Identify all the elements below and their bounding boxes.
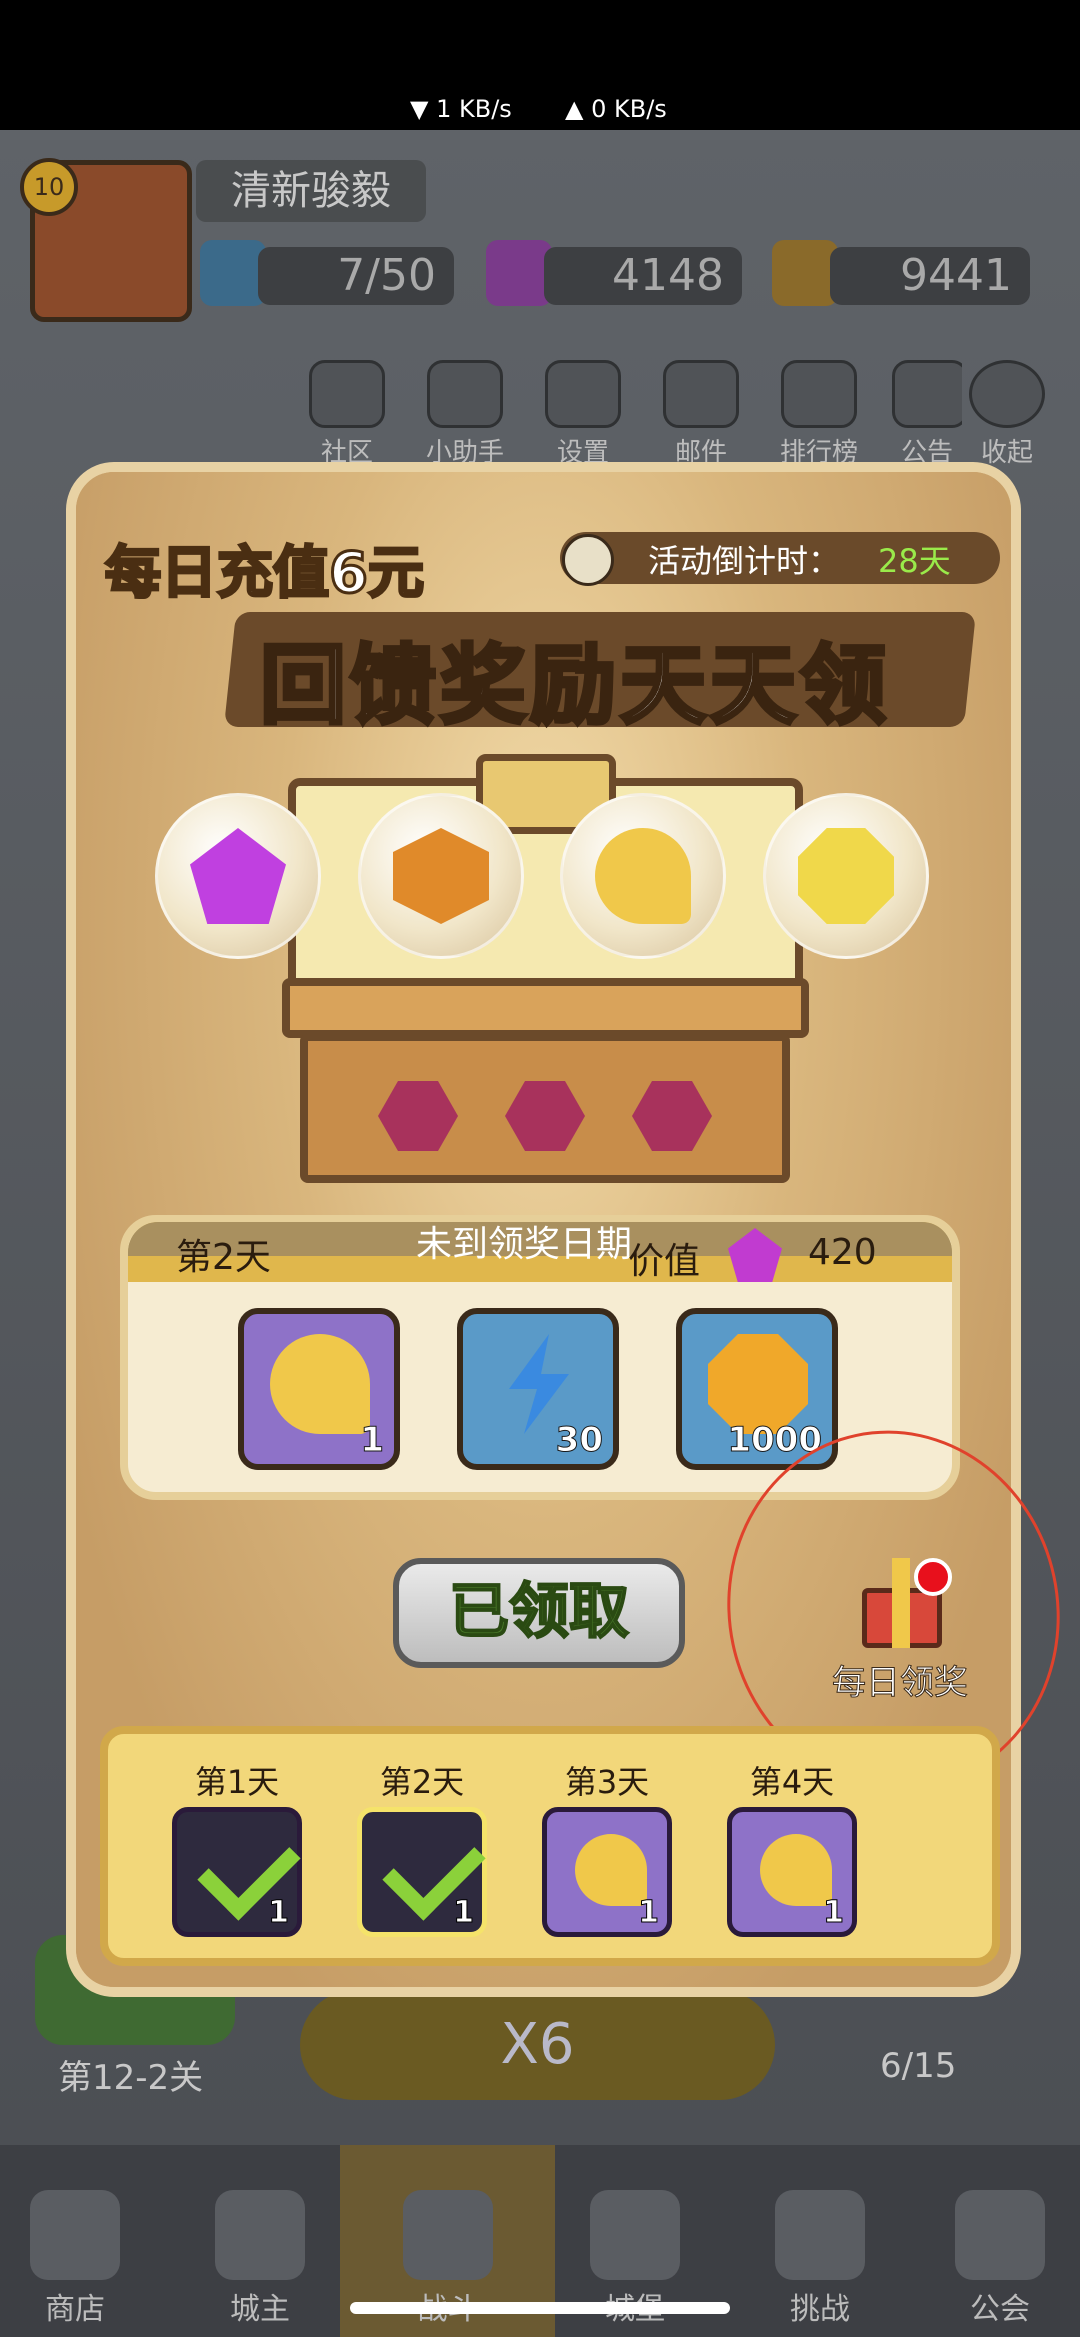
castle-icon [590, 2190, 680, 2280]
play-icon [969, 360, 1045, 428]
coin-counter: 9441 [830, 247, 1030, 305]
gold-coin-icon [798, 828, 894, 924]
energy-icon[interactable] [200, 240, 266, 306]
banner-title: 回馈奖励天天领 [258, 634, 890, 738]
nav-guild[interactable]: 公会 [925, 2190, 1075, 2328]
claimed-key-tile[interactable]: 1 [357, 1807, 487, 1937]
calendar-day-2[interactable]: 第2天 1 [347, 1757, 497, 1937]
golden-key-icon [595, 828, 691, 924]
coin-icon[interactable] [772, 240, 838, 306]
bar-chart-icon [781, 360, 857, 428]
reward-tile-energy[interactable]: 30 [457, 1308, 619, 1470]
robot-icon [427, 360, 503, 428]
leaderboard-button[interactable]: 排行榜 [774, 360, 864, 469]
megaphone-icon [892, 360, 962, 428]
shop-icon [30, 2190, 120, 2280]
orange-gem-icon [393, 828, 489, 924]
download-speed: ▼ 1 KB/s [410, 95, 512, 123]
nav-challenge[interactable]: 挑战 [745, 2190, 895, 2328]
stage-label: 第12-2关 [58, 2058, 204, 2098]
helmet-icon [775, 2190, 865, 2280]
calendar-day-1[interactable]: 第1天 1 [162, 1757, 312, 1937]
value-label: 价值 [628, 1241, 701, 1282]
gear-icon [545, 360, 621, 428]
nav-lord[interactable]: 城主 [185, 2190, 335, 2328]
featured-reward-3 [560, 793, 726, 959]
reward-tile-coin[interactable]: 1000 [676, 1308, 838, 1470]
crown-icon [215, 2190, 305, 2280]
key-tile[interactable]: 1 [542, 1807, 672, 1937]
key-tile[interactable]: 1 [727, 1807, 857, 1937]
not-yet-toast: 未到领奖日期 [416, 1224, 633, 1265]
nav-shop[interactable]: 商店 [0, 2190, 150, 2328]
gem-counter: 4148 [544, 247, 742, 305]
energy-counter: 7/50 [258, 247, 454, 305]
gem-icon[interactable] [486, 240, 552, 306]
gold-coin-icon [708, 1334, 808, 1434]
golden-key-icon [270, 1334, 370, 1434]
mail-icon [663, 360, 739, 428]
settings-button[interactable]: 设置 [538, 360, 628, 469]
purple-gem-icon [190, 828, 286, 924]
crossed-swords-icon [402, 2190, 493, 2280]
calendar-day-4[interactable]: 第4天 1 [717, 1757, 867, 1937]
player-level-badge: 10 [20, 158, 78, 216]
claimed-button[interactable]: 已领取 [393, 1558, 685, 1668]
countdown-value: 28天 [878, 542, 951, 580]
player-name[interactable]: 清新骏毅 [196, 160, 426, 222]
mail-button[interactable]: 邮件 [656, 360, 746, 469]
announcement-button[interactable]: 公告 [892, 360, 962, 469]
banner-icon [955, 2190, 1045, 2280]
calendar-day-3[interactable]: 第3天 1 [532, 1757, 682, 1937]
day-label: 第2天 [176, 1237, 271, 1278]
home-indicator[interactable] [350, 2302, 730, 2314]
upload-speed: ▲ 0 KB/s [565, 95, 667, 123]
value-amount: 420 [808, 1232, 877, 1273]
lightning-energy-icon [509, 1334, 569, 1434]
assistant-button[interactable]: 小助手 [420, 360, 510, 469]
status-bar: ▼ 1 KB/s ▲ 0 KB/s [0, 0, 1080, 130]
promo-title: 每日充值6元 [104, 540, 426, 608]
golden-key-icon [760, 1834, 832, 1906]
community-icon [309, 360, 385, 428]
countdown-label: 活动倒计时： [648, 542, 841, 580]
clock-icon [562, 534, 614, 586]
treasure-chest [282, 754, 809, 1183]
stars-counter: 6/15 [880, 2046, 957, 2086]
golden-key-icon [575, 1834, 647, 1906]
featured-reward-1 [155, 793, 321, 959]
reward-tile-key[interactable]: 1 [238, 1308, 400, 1470]
community-button[interactable]: 社区 [302, 360, 392, 469]
featured-reward-2 [358, 793, 524, 959]
claimed-key-tile[interactable]: 1 [172, 1807, 302, 1937]
collapse-button[interactable]: 收起 [962, 360, 1052, 469]
featured-reward-4 [763, 793, 929, 959]
speed-button[interactable]: X6 [300, 1990, 775, 2100]
